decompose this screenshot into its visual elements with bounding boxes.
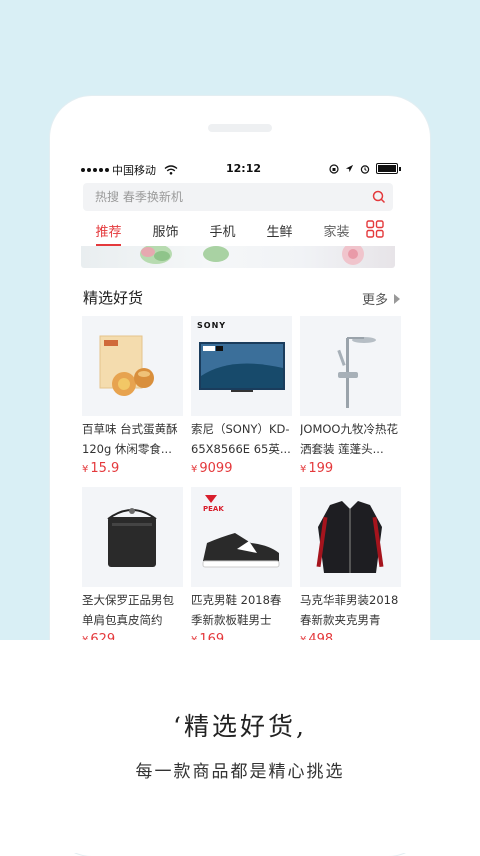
tab-home[interactable]: 家装 <box>308 221 365 240</box>
location-icon <box>345 164 354 173</box>
product-price: ¥199 <box>300 461 334 476</box>
rotation-lock-icon <box>329 163 339 174</box>
status-bar: 中国移动 12:12 <box>81 162 401 178</box>
product-image[interactable] <box>300 487 401 587</box>
tv-icon <box>199 342 285 392</box>
product-image[interactable] <box>82 316 183 416</box>
product-image[interactable]: SONY <box>191 316 292 416</box>
product-image[interactable] <box>82 487 183 587</box>
shower-icon <box>337 337 376 408</box>
brand-label: SONY <box>197 321 227 330</box>
category-tabs: 推荐 服饰 手机 生鲜 家装 <box>80 216 400 246</box>
alarm-icon <box>360 164 370 174</box>
leaf-icon <box>203 246 229 262</box>
product-card[interactable]: 百草味 台式蛋黄酥120g 休闲零食... ¥15.9 <box>82 316 183 487</box>
product-name: 马克华菲男装2018春新款夹克男青春... <box>300 593 399 627</box>
product-name: 圣大保罗正品男包单肩包真皮简约头... <box>82 593 174 627</box>
flower-icon <box>342 246 364 265</box>
product-name: 索尼（SONY）KD-65X8566E 65英... <box>191 422 291 456</box>
search-icon[interactable] <box>365 183 393 211</box>
product-image[interactable]: PEAK <box>191 487 292 587</box>
tab-phones[interactable]: 手机 <box>194 221 251 240</box>
caption-subtitle: 每一款商品都是精心挑选 <box>135 762 345 782</box>
brand-label: PEAK <box>203 505 224 513</box>
jacket-icon <box>316 501 384 573</box>
product-image[interactable] <box>300 316 401 416</box>
tab-fresh[interactable]: 生鲜 <box>251 221 308 240</box>
product-card[interactable]: 圣大保罗正品男包单肩包真皮简约头... ¥629 <box>82 487 183 658</box>
promo-banner[interactable] <box>81 246 395 268</box>
sneaker-icon <box>202 495 280 568</box>
wifi-icon <box>164 165 178 175</box>
bag-icon <box>107 508 157 567</box>
succulent-plant-icon <box>140 246 172 264</box>
more-link[interactable]: 更多 <box>362 289 400 308</box>
signal-icon <box>81 168 109 172</box>
product-price: ¥9099 <box>191 461 233 476</box>
mooncake-box-icon <box>99 335 154 396</box>
more-label: 更多 <box>361 293 388 308</box>
tab-recommend[interactable]: 推荐 <box>80 221 137 246</box>
product-name: JOMOO九牧冷热花洒套装 莲蓬头... <box>300 422 398 456</box>
product-price: ¥15.9 <box>82 461 120 476</box>
battery-icon <box>376 163 398 174</box>
caption-panel <box>0 640 480 853</box>
phone-speaker <box>208 124 272 132</box>
category-grid-icon[interactable] <box>366 220 386 240</box>
search-input[interactable] <box>83 189 365 205</box>
product-card[interactable]: PEAK 匹克男鞋 2018春季新款板鞋男士时... ¥169 <box>191 487 292 658</box>
chevron-right-icon <box>394 293 400 304</box>
product-card[interactable]: 马克华菲男装2018春新款夹克男青春... ¥498 <box>300 487 401 658</box>
status-time: 12:12 <box>226 162 262 175</box>
section-title: 精选好货 <box>83 289 144 307</box>
product-grid: 百草味 台式蛋黄酥120g 休闲零食... ¥15.9 SONY 索尼（SONY… <box>82 316 401 658</box>
product-card[interactable]: SONY 索尼（SONY）KD-65X8566E 65英... ¥9099 <box>191 316 292 487</box>
search-bar[interactable] <box>83 183 393 211</box>
product-name: 匹克男鞋 2018春季新款板鞋男士时... <box>191 593 282 627</box>
status-icons <box>329 163 401 174</box>
carrier-name: 中国移动 <box>112 164 156 177</box>
caption-title: ‘精选好货, <box>173 712 307 741</box>
product-name: 百草味 台式蛋黄酥120g 休闲零食... <box>82 422 178 456</box>
product-card[interactable]: JOMOO九牧冷热花洒套装 莲蓬头... ¥199 <box>300 316 401 487</box>
tab-apparel[interactable]: 服饰 <box>137 221 194 240</box>
